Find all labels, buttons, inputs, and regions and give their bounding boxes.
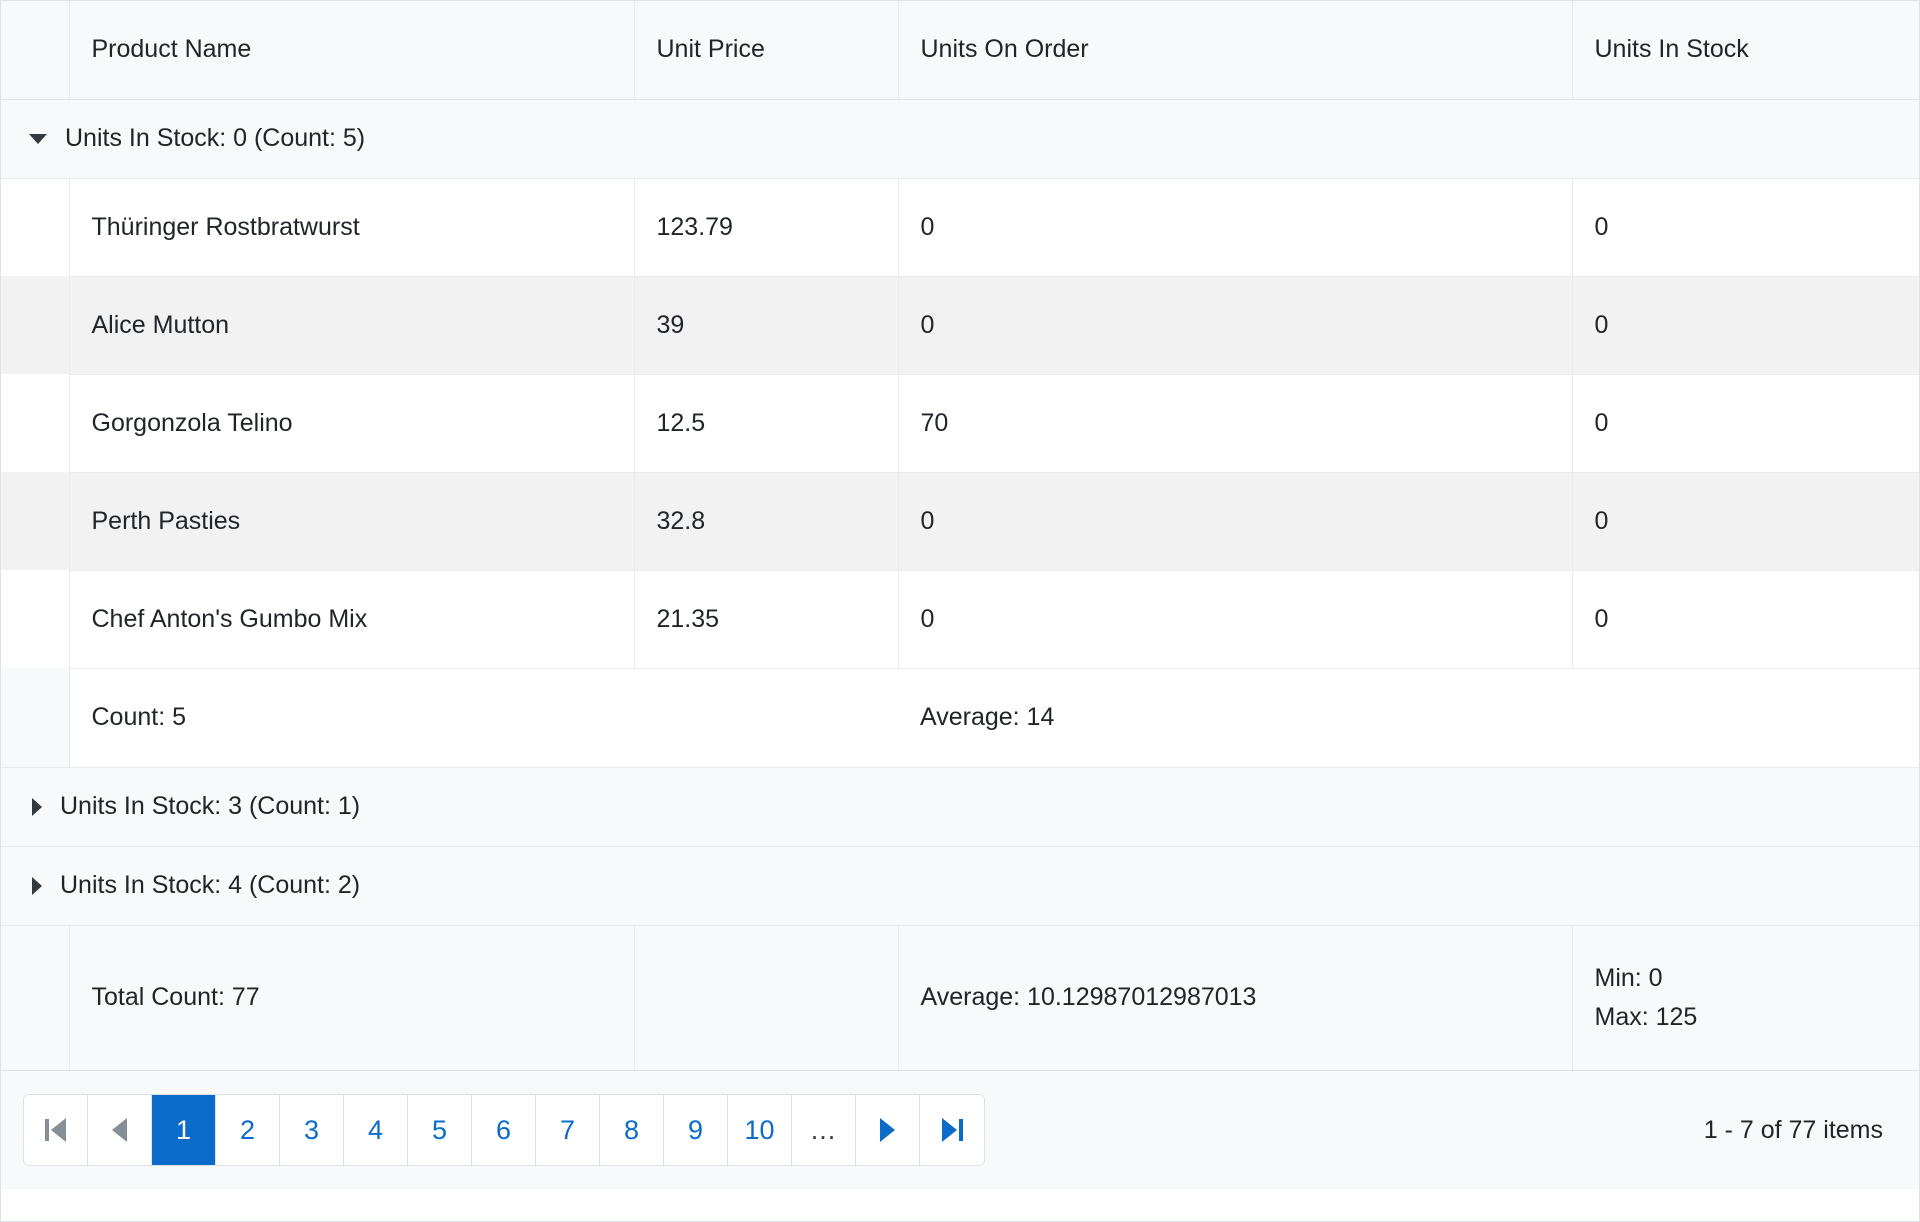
chevron-right-icon[interactable] bbox=[32, 797, 42, 816]
group-indent-cell bbox=[1, 924, 70, 1070]
go-to-first-page-icon bbox=[45, 1118, 66, 1142]
grand-total-max: Max: 125 bbox=[1594, 1002, 1698, 1031]
table-row[interactable]: Gorgonzola Telino 12.5 70 0 bbox=[1, 374, 1919, 473]
cell-units-in-stock: 0 bbox=[1572, 374, 1919, 473]
column-header-units-in-stock[interactable]: Units In Stock bbox=[1572, 1, 1919, 100]
grand-total-average: Average: 10.12987012987013 bbox=[898, 924, 1573, 1070]
group-header-cell[interactable]: Units In Stock: 0 (Count: 5) bbox=[1, 99, 1919, 179]
pager: 1 2 3 4 5 6 7 8 9 10 ... 1 - 7 of 77 ite… bbox=[1, 1070, 1919, 1189]
page-button-10[interactable]: 10 bbox=[728, 1095, 792, 1165]
group-indent-cell bbox=[1, 178, 70, 276]
group-header-row[interactable]: Units In Stock: 4 (Count: 2) bbox=[1, 846, 1919, 926]
grand-total-row: Total Count: 77 Average: 10.129870129870… bbox=[1, 924, 1919, 1070]
table-row[interactable]: Chef Anton's Gumbo Mix 21.35 0 0 bbox=[1, 570, 1919, 669]
cell-units-in-stock: 0 bbox=[1572, 178, 1919, 277]
cell-unit-price: 123.79 bbox=[634, 178, 899, 277]
page-button-2[interactable]: 2 bbox=[216, 1095, 280, 1165]
page-button-7[interactable]: 7 bbox=[536, 1095, 600, 1165]
group-footer-average: Average: 14 bbox=[898, 668, 1572, 768]
grand-total-min: Min: 0 bbox=[1594, 964, 1663, 992]
table-header: Product Name Unit Price Units On Order U… bbox=[1, 1, 1919, 100]
page-button-9[interactable]: 9 bbox=[664, 1095, 728, 1165]
table-row[interactable]: Alice Mutton 39 0 0 bbox=[1, 276, 1919, 375]
cell-units-in-stock: 0 bbox=[1572, 570, 1919, 669]
page-button-5[interactable]: 5 bbox=[408, 1095, 472, 1165]
header-row: Product Name Unit Price Units On Order U… bbox=[1, 1, 1919, 100]
page-button-1[interactable]: 1 bbox=[152, 1095, 216, 1165]
data-grid: Product Name Unit Price Units On Order U… bbox=[0, 0, 1920, 1222]
cell-product-name: Thüringer Rostbratwurst bbox=[69, 178, 635, 277]
go-to-first-page-button[interactable] bbox=[24, 1095, 88, 1165]
group-indent-cell bbox=[1, 276, 70, 374]
group-header-cell[interactable]: Units In Stock: 4 (Count: 2) bbox=[1, 846, 1919, 926]
cell-unit-price: 12.5 bbox=[634, 374, 899, 473]
group-indent-header bbox=[1, 1, 70, 100]
cell-units-on-order: 70 bbox=[898, 374, 1573, 473]
grid-table: Product Name Unit Price Units On Order U… bbox=[1, 1, 1919, 1070]
go-to-last-page-icon bbox=[941, 1118, 963, 1142]
cell-units-on-order: 0 bbox=[898, 276, 1573, 375]
previous-page-icon bbox=[112, 1118, 127, 1142]
cell-units-on-order: 0 bbox=[898, 570, 1573, 669]
group-header-label: Units In Stock: 4 (Count: 2) bbox=[60, 871, 361, 899]
page-button-6[interactable]: 6 bbox=[472, 1095, 536, 1165]
cell-product-name: Chef Anton's Gumbo Mix bbox=[69, 570, 635, 669]
previous-page-button[interactable] bbox=[88, 1095, 152, 1165]
cell-product-name: Perth Pasties bbox=[69, 472, 635, 571]
page-button-8[interactable]: 8 bbox=[600, 1095, 664, 1165]
page-button-4[interactable]: 4 bbox=[344, 1095, 408, 1165]
cell-units-in-stock: 0 bbox=[1572, 276, 1919, 375]
group-indent-cell bbox=[1, 374, 70, 472]
group-header-label: Units In Stock: 0 (Count: 5) bbox=[65, 124, 366, 152]
group-header-cell[interactable]: Units In Stock: 3 (Count: 1) bbox=[1, 767, 1919, 847]
column-header-unit-price[interactable]: Unit Price bbox=[634, 1, 899, 100]
chevron-right-icon[interactable] bbox=[32, 876, 42, 895]
grand-total-stock: Min: 0 Max: 125 bbox=[1572, 924, 1919, 1070]
go-to-last-page-button[interactable] bbox=[920, 1095, 984, 1165]
cell-units-in-stock: 0 bbox=[1572, 472, 1919, 571]
group-indent-cell bbox=[1, 472, 70, 570]
grand-total-count: Total Count: 77 bbox=[69, 924, 635, 1070]
cell-units-on-order: 0 bbox=[898, 178, 1573, 277]
group-footer-price bbox=[634, 668, 898, 768]
table-row[interactable]: Perth Pasties 32.8 0 0 bbox=[1, 472, 1919, 571]
cell-units-on-order: 0 bbox=[898, 472, 1573, 571]
group-header-label: Units In Stock: 3 (Count: 1) bbox=[60, 792, 361, 820]
group-footer-stock bbox=[1572, 668, 1919, 768]
group-indent-cell bbox=[1, 668, 70, 768]
group-header-row[interactable]: Units In Stock: 3 (Count: 1) bbox=[1, 767, 1919, 847]
cell-unit-price: 32.8 bbox=[634, 472, 899, 571]
grand-total-price bbox=[634, 924, 899, 1070]
next-page-button[interactable] bbox=[856, 1095, 920, 1165]
pager-buttons: 1 2 3 4 5 6 7 8 9 10 ... bbox=[23, 1094, 985, 1166]
table-body: Units In Stock: 0 (Count: 5) Thüringer R… bbox=[1, 99, 1919, 1070]
group-header-row[interactable]: Units In Stock: 0 (Count: 5) bbox=[1, 99, 1919, 179]
next-page-icon bbox=[880, 1118, 895, 1142]
table-row[interactable]: Thüringer Rostbratwurst 123.79 0 0 bbox=[1, 178, 1919, 277]
column-header-product-name[interactable]: Product Name bbox=[69, 1, 635, 100]
column-header-units-on-order[interactable]: Units On Order bbox=[898, 1, 1573, 100]
page-ellipsis[interactable]: ... bbox=[792, 1095, 856, 1165]
pager-item-info: 1 - 7 of 77 items bbox=[1703, 1115, 1883, 1144]
chevron-down-icon[interactable] bbox=[29, 133, 47, 144]
cell-product-name: Gorgonzola Telino bbox=[69, 374, 635, 473]
cell-unit-price: 21.35 bbox=[634, 570, 899, 669]
group-footer-count: Count: 5 bbox=[69, 668, 634, 768]
group-indent-cell bbox=[1, 570, 70, 668]
group-footer-row: Count: 5 Average: 14 bbox=[1, 668, 1919, 768]
cell-product-name: Alice Mutton bbox=[69, 276, 635, 375]
cell-unit-price: 39 bbox=[634, 276, 899, 375]
page-button-3[interactable]: 3 bbox=[280, 1095, 344, 1165]
